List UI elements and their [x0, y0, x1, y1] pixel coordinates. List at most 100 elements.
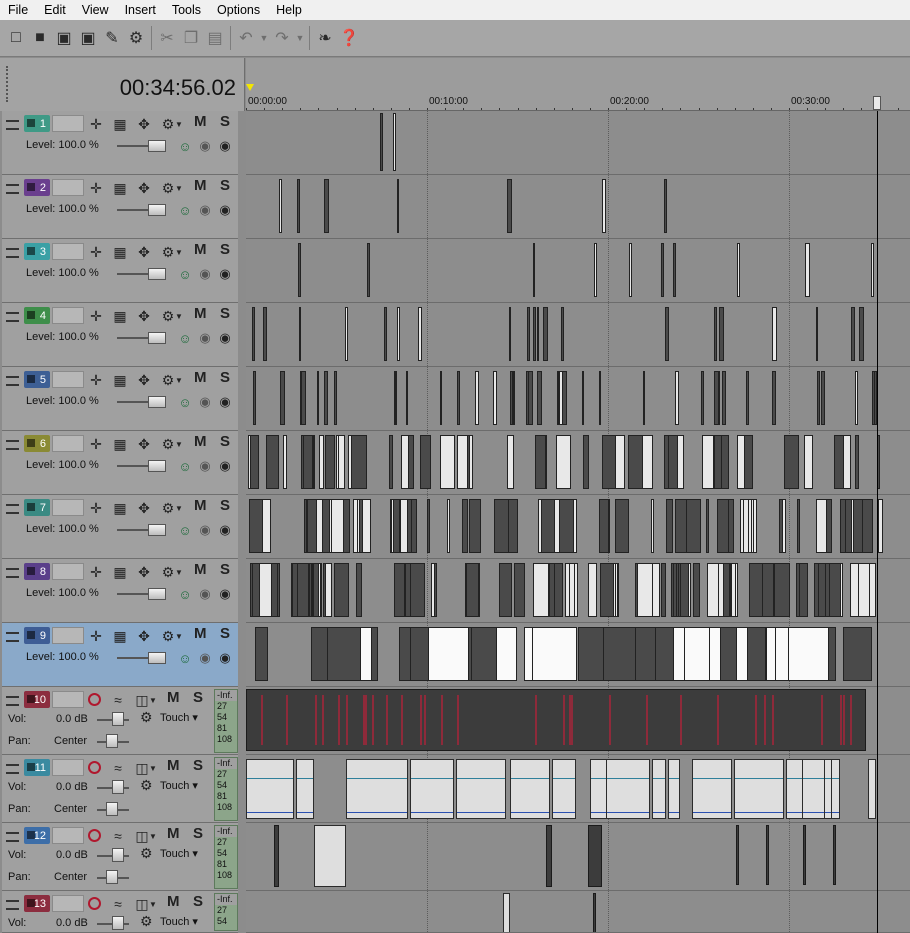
collapse-icon[interactable] [6, 696, 19, 706]
video-clip[interactable] [746, 627, 766, 681]
make-compositing-child-icon[interactable]: ◉ [197, 138, 213, 154]
audio-track-lane[interactable] [246, 687, 910, 755]
video-clip[interactable] [356, 563, 362, 617]
video-clip[interactable] [280, 371, 285, 425]
track-number[interactable]: 12 [24, 827, 50, 844]
track-motion-icon[interactable]: ▦ [110, 242, 130, 262]
invert-phase-icon[interactable]: ≈ [108, 690, 128, 710]
track-number[interactable]: 10 [24, 691, 50, 708]
audio-clip[interactable] [546, 825, 552, 887]
video-clip[interactable] [673, 243, 676, 297]
arm-record-icon[interactable] [88, 897, 101, 910]
audio-track-header[interactable]: 11 ≈ ◫ ▼ M S Vol: 0.0 dB ⚙ Touch ▾ Pan: … [2, 755, 238, 823]
make-compositing-parent-icon[interactable]: ◉ [217, 394, 233, 410]
video-track-lane[interactable] [246, 623, 910, 687]
video-clip[interactable] [859, 307, 864, 361]
bypass-motion-blur-icon[interactable]: ✛ [86, 306, 106, 326]
composite-child-icon[interactable]: ☺ [177, 522, 193, 538]
video-clip[interactable] [325, 435, 335, 489]
video-clip[interactable] [678, 563, 681, 617]
make-compositing-parent-icon[interactable]: ◉ [217, 650, 233, 666]
track-name-field[interactable] [52, 115, 84, 132]
video-track-header[interactable]: 5 ✛ ▦ ✥ ⚙ ▼ M S Level: 100.0 % ☺ ◉ ◉ [2, 367, 238, 431]
level-slider-knob[interactable] [148, 268, 166, 280]
track-motion-icon[interactable]: ▦ [110, 626, 130, 646]
track-motion-icon[interactable]: ▦ [110, 434, 130, 454]
video-clip[interactable] [303, 435, 313, 489]
video-clip[interactable] [301, 371, 306, 425]
track-motion-icon[interactable]: ▦ [110, 498, 130, 518]
video-clip[interactable] [673, 563, 677, 617]
video-clip[interactable] [475, 371, 479, 425]
video-clip[interactable] [537, 371, 542, 425]
compositing-mode-icon[interactable]: ✥ [134, 498, 154, 518]
video-clip[interactable] [397, 179, 399, 233]
video-clip[interactable] [400, 499, 408, 553]
video-clip[interactable] [338, 435, 345, 489]
mute-button[interactable]: M [167, 825, 180, 842]
solo-button[interactable]: S [193, 757, 203, 774]
video-clip[interactable] [533, 243, 535, 297]
video-clip[interactable] [737, 435, 745, 489]
video-track-lane[interactable] [246, 239, 910, 303]
video-clip[interactable] [380, 113, 383, 171]
video-clip[interactable] [393, 113, 396, 171]
vol-slider-knob[interactable] [112, 712, 124, 726]
fx-dropdown-icon[interactable]: ▼ [174, 370, 184, 390]
video-clip[interactable] [420, 435, 431, 489]
video-clip[interactable] [843, 435, 851, 489]
video-clip[interactable] [499, 563, 512, 617]
track-number[interactable]: 8 [24, 563, 50, 580]
video-clip[interactable] [665, 307, 669, 361]
open-icon[interactable]: ■ [28, 26, 52, 50]
make-compositing-child-icon[interactable]: ◉ [197, 202, 213, 218]
video-clip[interactable] [528, 371, 533, 425]
invert-phase-icon[interactable]: ≈ [108, 826, 128, 846]
audio-clip[interactable] [766, 825, 769, 885]
video-clip[interactable] [594, 243, 597, 297]
bypass-motion-blur-icon[interactable]: ✛ [86, 178, 106, 198]
solo-button[interactable]: S [220, 305, 230, 322]
new-project-icon[interactable]: □ [4, 26, 28, 50]
audio-clip[interactable] [803, 825, 806, 885]
fx-dropdown-icon[interactable]: ▼ [174, 626, 184, 646]
video-clip[interactable] [494, 499, 509, 553]
trim-icon[interactable]: ❧ [313, 26, 337, 50]
collapse-icon[interactable] [6, 376, 19, 386]
video-clip[interactable] [629, 243, 632, 297]
video-clip[interactable] [313, 563, 319, 617]
track-name-field[interactable] [52, 759, 84, 776]
track-name-field[interactable] [52, 895, 84, 912]
video-clip[interactable] [537, 307, 539, 361]
video-clip[interactable] [675, 371, 679, 425]
video-track-lane[interactable] [246, 303, 910, 367]
mute-button[interactable]: M [194, 433, 207, 450]
level-slider-knob[interactable] [148, 140, 166, 152]
audio-track-lane[interactable] [246, 891, 910, 933]
video-clip[interactable] [602, 179, 606, 233]
video-clip[interactable] [359, 499, 363, 553]
video-clip[interactable] [466, 563, 479, 617]
compositing-mode-icon[interactable]: ✥ [134, 114, 154, 134]
composite-child-icon[interactable]: ☺ [177, 138, 193, 154]
playhead-handle[interactable] [873, 96, 881, 110]
video-clip[interactable] [298, 243, 301, 297]
fx-dropdown-icon[interactable]: ▼ [174, 306, 184, 326]
video-track-header[interactable]: 6 ✛ ▦ ✥ ⚙ ▼ M S Level: 100.0 % ☺ ◉ ◉ [2, 431, 238, 495]
make-compositing-child-icon[interactable]: ◉ [197, 650, 213, 666]
video-clip[interactable] [527, 307, 530, 361]
video-clip[interactable] [249, 499, 263, 553]
make-compositing-parent-icon[interactable]: ◉ [217, 330, 233, 346]
bypass-motion-blur-icon[interactable]: ✛ [86, 434, 106, 454]
panel-grip[interactable] [6, 66, 10, 102]
arm-record-icon[interactable] [88, 829, 101, 842]
video-clip[interactable] [297, 179, 300, 233]
track-name-field[interactable] [52, 243, 84, 260]
mute-button[interactable]: M [167, 689, 180, 706]
video-clip[interactable] [562, 371, 567, 425]
render-icon[interactable]: ✎ [100, 26, 124, 50]
redo-icon[interactable]: ↷ [270, 26, 294, 50]
properties-icon[interactable]: ⚙ [124, 26, 148, 50]
video-clip[interactable] [277, 563, 280, 617]
video-clip[interactable] [772, 371, 776, 425]
